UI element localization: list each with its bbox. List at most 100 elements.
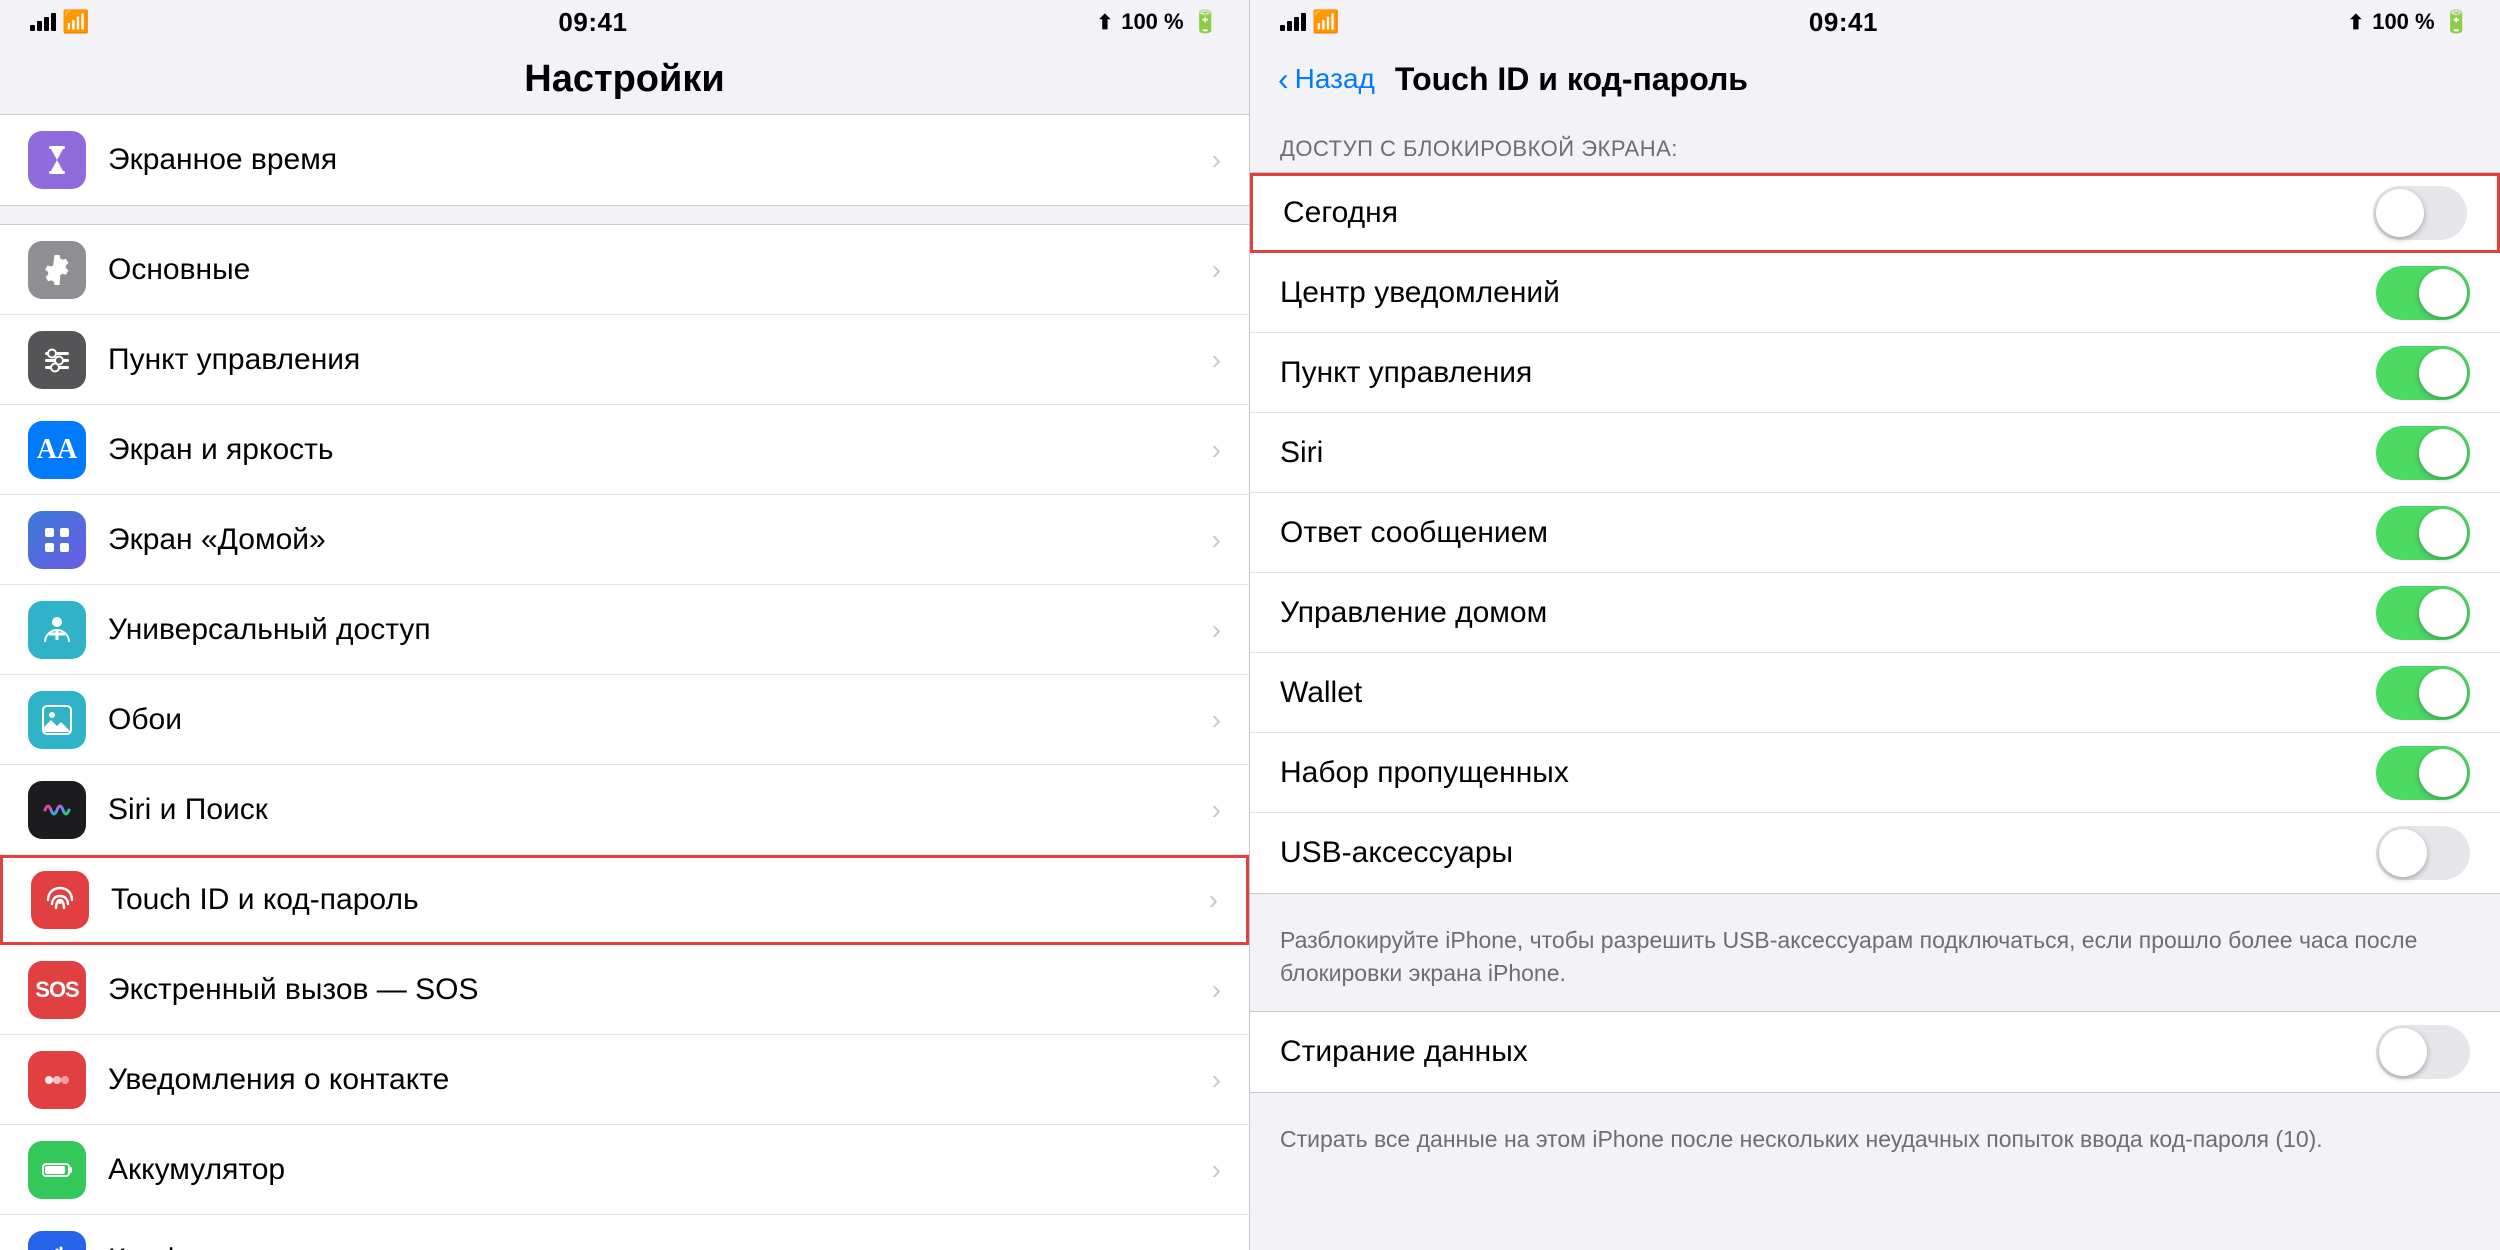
chevron-accessibility: ›	[1212, 614, 1221, 646]
row-accessibility[interactable]: Универсальный доступ ›	[0, 585, 1249, 675]
toggle-section: Сегодня Центр уведомлений Пункт управлен…	[1250, 172, 2500, 894]
dots-icon	[39, 1062, 75, 1098]
toggle-notifications[interactable]	[2376, 266, 2470, 320]
row-siri[interactable]: Siri и Поиск ›	[0, 765, 1249, 855]
time-left: 09:41	[558, 7, 627, 38]
icon-siri	[28, 781, 86, 839]
chevron-basic: ›	[1212, 254, 1221, 286]
chevron-contact: ›	[1212, 1064, 1221, 1096]
right-panel: 📶 09:41 ⬆ 100 % 🔋 ‹ Назад Touch ID и код…	[1250, 0, 2500, 1250]
toggle-knob-today	[2376, 189, 2424, 237]
row-battery[interactable]: Аккумулятор ›	[0, 1125, 1249, 1215]
row-erase[interactable]: Стирание данных	[1250, 1012, 2500, 1092]
label-reply: Ответ сообщением	[1280, 516, 2376, 550]
label-accessibility: Универсальный доступ	[108, 613, 1202, 647]
row-today[interactable]: Сегодня	[1250, 173, 2500, 253]
sos-text: SOS	[35, 977, 78, 1003]
icon-control-center	[28, 331, 86, 389]
row-control-right[interactable]: Пункт управления	[1250, 333, 2500, 413]
row-siri-right[interactable]: Siri	[1250, 413, 2500, 493]
section-main: Основные › Пункт управления ›	[0, 224, 1249, 1250]
label-battery: Аккумулятор	[108, 1153, 1202, 1187]
section-label: ДОСТУП С БЛОКИРОВКОЙ ЭКРАНА:	[1250, 114, 2500, 172]
nav-bar-right: ‹ Назад Touch ID и код-пароль	[1250, 44, 2500, 114]
sliders-icon	[39, 342, 75, 378]
label-missed-calls: Набор пропущенных	[1280, 756, 2376, 790]
battery-percent-right: 100 %	[2372, 9, 2434, 35]
label-siri-right: Siri	[1280, 436, 2376, 470]
toggle-wallet[interactable]	[2376, 666, 2470, 720]
row-home-control[interactable]: Управление домом	[1250, 573, 2500, 653]
label-wallet: Wallet	[1280, 676, 2376, 710]
toggle-knob-wallet	[2419, 669, 2467, 717]
location-icon: ⬆	[1096, 10, 1113, 35]
toggle-home-control[interactable]	[2376, 586, 2470, 640]
row-display[interactable]: AA Экран и яркость ›	[0, 405, 1249, 495]
icon-touch-id	[31, 871, 89, 929]
erase-section: Стирание данных	[1250, 1011, 2500, 1093]
icon-battery	[28, 1141, 86, 1199]
row-notifications[interactable]: Центр уведомлений	[1250, 253, 2500, 333]
chevron-control-center: ›	[1212, 344, 1221, 376]
icon-privacy	[28, 1231, 86, 1250]
gear-icon	[39, 252, 75, 288]
toggle-reply[interactable]	[2376, 506, 2470, 560]
wifi-icon-right: 📶	[1312, 9, 1339, 35]
toggle-today[interactable]	[2373, 186, 2467, 240]
back-chevron-icon: ‹	[1278, 61, 1289, 98]
toggle-control[interactable]	[2376, 346, 2470, 400]
signal-icon-right	[1280, 13, 1306, 31]
back-label: Назад	[1295, 63, 1375, 95]
label-home-screen: Экран «Домой»	[108, 523, 1202, 557]
row-screen-time[interactable]: Экранное время ›	[0, 115, 1249, 205]
row-reply[interactable]: Ответ сообщением	[1250, 493, 2500, 573]
chevron-sos: ›	[1212, 974, 1221, 1006]
aa-text: AA	[37, 434, 77, 466]
label-erase: Стирание данных	[1280, 1035, 2376, 1069]
label-control-right: Пункт управления	[1280, 356, 2376, 390]
row-wallpaper[interactable]: Обои ›	[0, 675, 1249, 765]
back-button[interactable]: ‹ Назад	[1278, 61, 1375, 98]
label-screen-time: Экранное время	[108, 143, 1202, 177]
wallpaper-icon	[39, 702, 75, 738]
toggle-siri[interactable]	[2376, 426, 2470, 480]
row-usb[interactable]: USB-аксессуары	[1250, 813, 2500, 893]
icon-basic	[28, 241, 86, 299]
row-privacy[interactable]: Конфиденциальность ›	[0, 1215, 1249, 1250]
toggle-missed-calls[interactable]	[2376, 746, 2470, 800]
erase-note: Стирать все данные на этом iPhone после …	[1250, 1111, 2500, 1176]
toggle-knob-notifications	[2419, 269, 2467, 317]
battery-icon-right: 🔋	[2443, 9, 2470, 35]
label-notifications: Центр уведомлений	[1280, 276, 2376, 310]
siri-icon	[39, 792, 75, 828]
left-panel: 📶 09:41 ⬆ 100 % 🔋 Настройки	[0, 0, 1250, 1250]
label-wallpaper: Обои	[108, 703, 1202, 737]
chevron-wallpaper: ›	[1212, 704, 1221, 736]
settings-list: Экранное время › Основные ›	[0, 114, 1249, 1250]
icon-contact	[28, 1051, 86, 1109]
toggle-knob-usb	[2379, 829, 2427, 877]
row-missed-calls[interactable]: Набор пропущенных	[1250, 733, 2500, 813]
toggle-erase[interactable]	[2376, 1025, 2470, 1079]
signal-area-right: 📶	[1280, 9, 1339, 35]
toggle-usb[interactable]	[2376, 826, 2470, 880]
label-control-center: Пункт управления	[108, 343, 1202, 377]
signal-area: 📶	[30, 9, 89, 35]
row-sos[interactable]: SOS Экстренный вызов — SOS ›	[0, 945, 1249, 1035]
row-contact[interactable]: Уведомления о контакте ›	[0, 1035, 1249, 1125]
icon-accessibility	[28, 601, 86, 659]
icon-wallpaper	[28, 691, 86, 749]
row-home-screen[interactable]: Экран «Домой» ›	[0, 495, 1249, 585]
chevron-screen-time: ›	[1212, 144, 1221, 176]
toggle-knob-erase	[2379, 1028, 2427, 1076]
icon-sos: SOS	[28, 961, 86, 1019]
icon-home-screen	[28, 511, 86, 569]
chevron-touch-id: ›	[1209, 884, 1218, 916]
row-control-center[interactable]: Пункт управления ›	[0, 315, 1249, 405]
chevron-privacy: ›	[1212, 1244, 1221, 1250]
row-basic[interactable]: Основные ›	[0, 225, 1249, 315]
row-wallet[interactable]: Wallet	[1250, 653, 2500, 733]
right-content: ДОСТУП С БЛОКИРОВКОЙ ЭКРАНА: Сегодня Цен…	[1250, 114, 2500, 1250]
row-touch-id[interactable]: Touch ID и код-пароль ›	[0, 855, 1249, 945]
chevron-home-screen: ›	[1212, 524, 1221, 556]
